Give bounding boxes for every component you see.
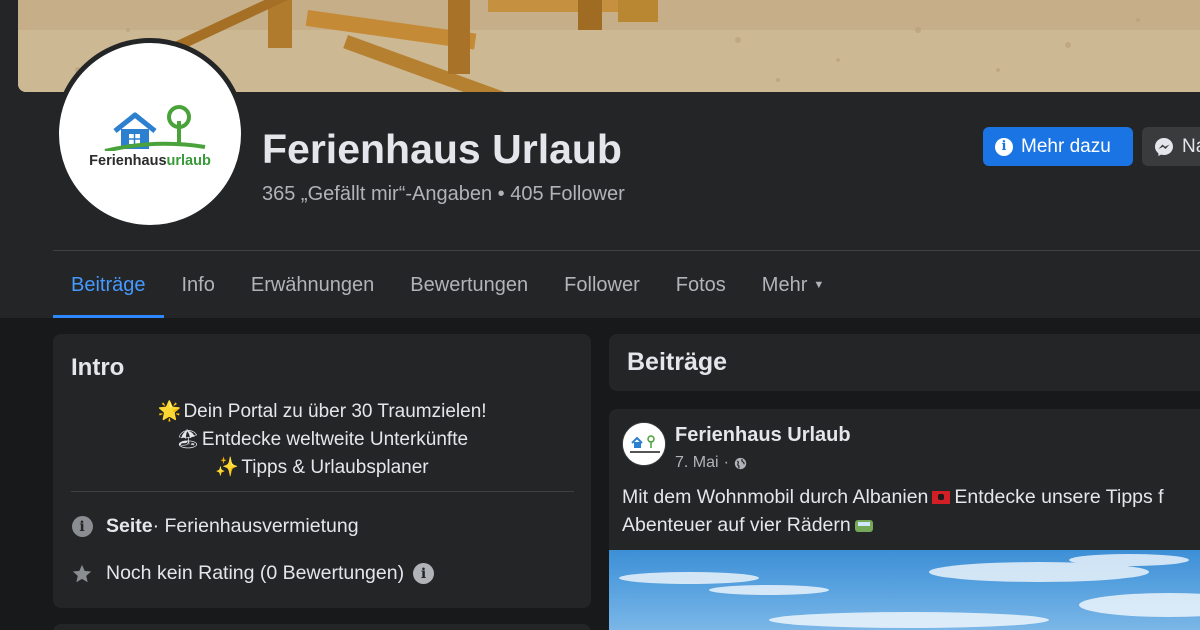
info-icon: i	[71, 516, 93, 538]
tab-label: Beiträge	[71, 273, 146, 296]
bio-text: Tipps & Urlaubsplaner	[241, 457, 429, 478]
post-date[interactable]: 7. Mai	[675, 454, 719, 472]
logo-wordmark-a: Ferienhaus	[89, 153, 167, 169]
post-meta-separator: ·	[723, 454, 729, 471]
post-image[interactable]	[609, 550, 1200, 630]
star-emoji-icon: 🌟	[157, 401, 182, 422]
posts-header-card: Beiträge	[609, 334, 1200, 391]
albania-flag-icon	[932, 491, 951, 504]
tab-info[interactable]: Info	[164, 252, 233, 318]
sparkles-emoji-icon: ✨	[215, 457, 240, 478]
tab-follower[interactable]: Follower	[546, 252, 658, 318]
post-card: Ferienhaus Urlaub 7. Mai · Mit dem Wohnm…	[609, 409, 1200, 630]
tab-label: Mehr	[761, 273, 808, 296]
post-meta: 7. Mai ·	[675, 454, 747, 472]
intro-card: Intro 🌟 Dein Portal zu über 30 Traumziele…	[53, 334, 591, 608]
header-divider	[53, 250, 1200, 251]
tab-label: Fotos	[675, 273, 726, 296]
bio-line: ✨ Tipps & Urlaubsplaner	[53, 454, 591, 482]
tab-beitraege[interactable]: Beiträge	[53, 252, 164, 318]
messenger-icon	[1155, 137, 1173, 156]
rating-info-icon[interactable]: i	[413, 563, 435, 584]
tab-erwaehnungen[interactable]: Erwähnungen	[233, 252, 392, 318]
post-text-part1: Mit dem Wohnmobil durch Albanien	[622, 486, 929, 508]
tab-label: Bewertungen	[410, 273, 529, 296]
globe-icon	[734, 457, 747, 469]
bio-text: Dein Portal zu über 30 Traumzielen!	[183, 401, 487, 422]
post-text: Mit dem Wohnmobil durch Albanien Entdecke…	[622, 483, 1200, 539]
logo-wordmark-b: urlaub	[166, 153, 211, 169]
page-title: Ferienhaus Urlaub	[262, 126, 622, 172]
post-author[interactable]: Ferienhaus Urlaub	[675, 424, 851, 447]
tab-fotos[interactable]: Fotos	[658, 252, 744, 318]
tab-mehr[interactable]: Mehr ▼	[744, 252, 842, 318]
posts-header-title: Beiträge	[627, 348, 728, 376]
minibus-icon	[854, 520, 873, 532]
category-value[interactable]: · Ferienhausvermietung	[153, 515, 359, 538]
message-label: Na	[1182, 135, 1200, 157]
intro-rating-row: Noch kein Rating (0 Bewertungen) i	[71, 562, 435, 585]
bio-text: Entdecke weltweite Unterkünfte	[201, 429, 469, 450]
bio-line: 🌟 Dein Portal zu über 30 Traumzielen!	[53, 398, 591, 426]
tab-label: Follower	[564, 273, 640, 296]
page-stats: 365 „Gefällt mir“-Angaben • 405 Follower	[262, 183, 625, 205]
intro-title: Intro	[71, 354, 125, 381]
tab-label: Erwähnungen	[250, 273, 375, 296]
page-tabs: Beiträge Info Erwähnungen Bewertungen Fo…	[53, 252, 842, 318]
caret-down-icon: ▼	[813, 279, 825, 291]
message-button[interactable]: Na	[1142, 127, 1200, 166]
intro-category-row: i Seite · Ferienhausvermietung	[71, 515, 359, 538]
intro-divider	[71, 491, 574, 492]
more-info-label: Mehr dazu	[1021, 135, 1111, 157]
post-avatar[interactable]	[622, 422, 666, 466]
intro-bio: 🌟 Dein Portal zu über 30 Traumzielen! 🏖En…	[53, 398, 591, 482]
beach-emoji-icon: 🏖	[175, 429, 201, 450]
house-logo-icon	[104, 105, 206, 151]
page-avatar[interactable]: Ferienhausurlaub	[54, 38, 246, 230]
house-logo-icon	[623, 423, 665, 465]
logo-wordmark: Ferienhausurlaub	[59, 153, 241, 169]
category-label: Seite	[106, 515, 153, 537]
post-text-line2: Abenteuer auf vier Rädern	[622, 514, 851, 536]
sky-clouds-illustration	[619, 554, 1200, 628]
star-icon	[71, 563, 93, 585]
tab-bewertungen[interactable]: Bewertungen	[392, 252, 546, 318]
tab-label: Info	[181, 273, 215, 296]
bio-line: 🏖Entdecke weltweite Unterkünfte	[53, 426, 591, 454]
next-card	[53, 624, 591, 630]
rating-text: Noch kein Rating (0 Bewertungen)	[106, 562, 405, 584]
more-info-button[interactable]: i Mehr dazu	[983, 127, 1133, 166]
facebook-page: Ferienhausurlaub Ferienhaus Urlaub 365 „…	[0, 0, 1200, 630]
post-text-part2: Entdecke unsere Tipps f	[954, 486, 1164, 508]
info-icon: i	[995, 137, 1013, 156]
